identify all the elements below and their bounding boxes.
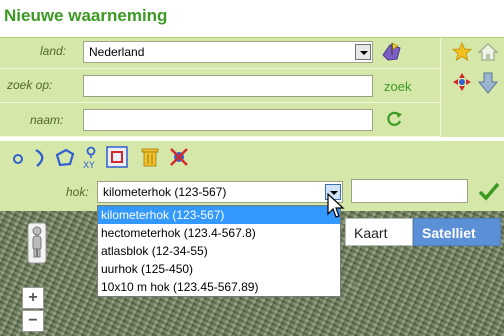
naam-input[interactable] [83, 109, 373, 131]
square-tool-icon[interactable] [106, 146, 128, 168]
drawing-toolbar: XY hok: kilometerhok (123-567) [0, 141, 504, 211]
naam-label: naam: [30, 113, 64, 127]
hok-select[interactable]: kilometerhok (123-567) [97, 181, 343, 203]
land-select[interactable]: Nederland [83, 41, 373, 63]
mouse-cursor-icon [327, 193, 345, 218]
star-icon[interactable] [452, 42, 472, 62]
land-label: land: [40, 44, 67, 58]
dropdown-option[interactable]: kilometerhok (123-567) [98, 206, 340, 224]
refresh-icon[interactable] [384, 109, 404, 129]
map-flag-icon[interactable] [380, 41, 404, 63]
land-select-value: Nederland [89, 45, 145, 59]
down-arrow-icon[interactable] [478, 72, 498, 94]
row-divider [0, 102, 440, 103]
row-divider [0, 136, 440, 137]
crosshair-icon[interactable] [452, 72, 472, 92]
dropdown-option[interactable]: 10x10 m hok (123.45-567.89) [98, 278, 340, 296]
zoek-op-input[interactable] [83, 75, 373, 97]
polygon-tool-icon[interactable] [54, 147, 76, 169]
zoek-link[interactable]: zoek [384, 79, 411, 94]
pegman-icon[interactable] [26, 222, 48, 264]
form-panel: land: Nederland zoek op: zoek naam: [0, 37, 504, 138]
dropdown-option[interactable]: atlasblok (12-34-55) [98, 242, 340, 260]
checkmark-icon[interactable] [477, 179, 501, 203]
zoek-op-label: zoek op: [7, 78, 53, 92]
page-title: Nieuwe waarneming [4, 6, 168, 25]
kaart-button[interactable]: Kaart [345, 218, 413, 246]
line-tool-icon[interactable] [32, 147, 50, 169]
delete-marker-icon[interactable] [168, 146, 190, 168]
zoom-out-button[interactable]: − [22, 310, 44, 332]
point-tool-icon[interactable] [10, 151, 26, 167]
column-divider [440, 38, 441, 138]
zoom-in-button[interactable]: + [22, 287, 44, 309]
trash-icon[interactable] [140, 146, 160, 168]
home-icon[interactable] [478, 42, 498, 62]
hok-code-input[interactable] [351, 179, 468, 203]
dropdown-option[interactable]: hectometerhok (123.4-567.8) [98, 224, 340, 242]
row-divider [0, 68, 440, 69]
svg-text:XY: XY [83, 161, 95, 171]
hok-label: hok: [66, 185, 89, 199]
hok-select-value: kilometerhok (123-567) [103, 185, 227, 199]
hok-dropdown-list: kilometerhok (123-567) hectometerhok (12… [97, 205, 341, 297]
xy-coordinate-icon[interactable]: XY [80, 145, 102, 171]
satelliet-button[interactable]: Satelliet [413, 218, 501, 246]
dropdown-option[interactable]: uurhok (125-450) [98, 260, 340, 278]
chevron-down-icon[interactable] [355, 44, 371, 60]
